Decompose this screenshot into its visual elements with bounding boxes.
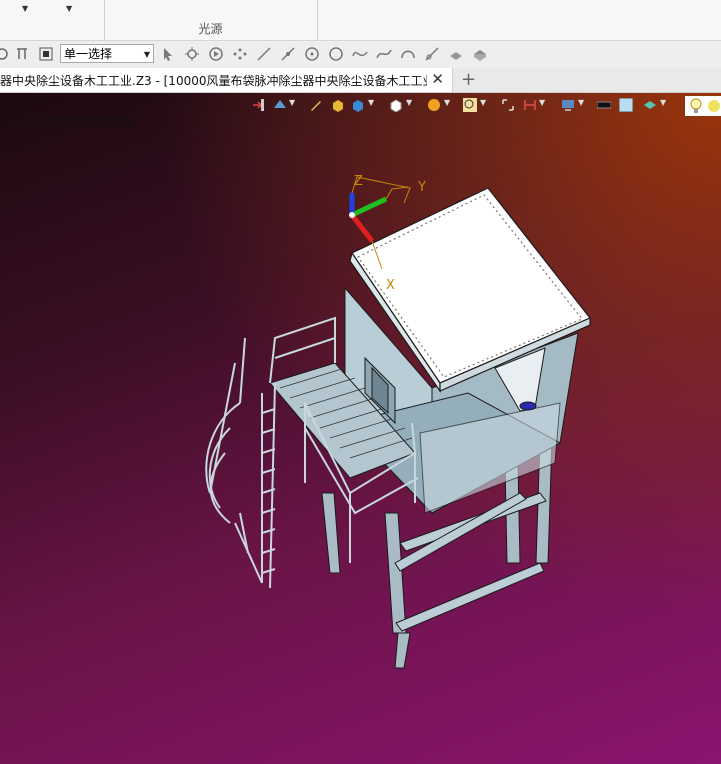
chevron-down-icon[interactable]: ▼ <box>406 98 412 107</box>
filter-icon[interactable] <box>14 46 30 62</box>
line-icon[interactable] <box>256 46 272 62</box>
bulb-icon <box>690 98 702 113</box>
stop-icon[interactable] <box>38 46 54 62</box>
segment-icon[interactable] <box>280 46 296 62</box>
axis-label-z: Z <box>354 174 363 189</box>
zoom-icon[interactable] <box>463 98 477 112</box>
fit-view-icon[interactable] <box>501 98 515 112</box>
points-icon[interactable] <box>232 46 248 62</box>
selection-mode-value: 单一选择 <box>64 47 113 61</box>
pick-icon[interactable] <box>184 46 200 62</box>
ribbon: ▼ ▼ 光源 <box>0 0 721 41</box>
chevron-down-icon[interactable]: ▼ <box>22 4 28 13</box>
surface-icon[interactable] <box>448 46 464 62</box>
dust-collector-model[interactable]: Z Y X <box>0 93 721 764</box>
tangent-line-icon[interactable] <box>424 46 440 62</box>
close-icon[interactable]: ✕ <box>427 70 444 88</box>
background-dark-icon[interactable] <box>597 98 611 112</box>
viewport-3d[interactable]: 请…个有效的过滤器设置。 Z Y X ▼ ▼ ▼ ▼ ▼ ▼ ▼ ▼ <box>0 93 721 764</box>
pointer-icon[interactable] <box>160 46 176 62</box>
shaded-box-icon[interactable] <box>331 98 345 112</box>
solid-icon[interactable] <box>472 46 488 62</box>
quick-toolbar: 单一选择 ▼ <box>0 41 721 69</box>
rotate-icon[interactable] <box>0 46 10 62</box>
chevron-down-icon[interactable]: ▼ <box>539 98 545 107</box>
chevron-down-icon[interactable]: ▼ <box>660 98 666 107</box>
circle-point-icon[interactable] <box>304 46 320 62</box>
chevron-down-icon[interactable]: ▼ <box>444 98 450 107</box>
ribbon-group-label: 光源 <box>198 22 223 36</box>
chevron-down-icon[interactable]: ▼ <box>480 98 486 107</box>
add-tab-button[interactable]: + <box>461 69 476 90</box>
view-orient-icon[interactable] <box>273 98 287 112</box>
document-tab-bar: 器中央除尘设备木工工业.Z3 - [10000风量布袋脉冲除尘器中央除尘设备木工… <box>0 68 721 93</box>
ribbon-group-lighting: 光源 <box>104 0 318 40</box>
layer-icon[interactable] <box>643 98 657 112</box>
caged-ladder <box>205 337 276 589</box>
view-toolbar: ▼ ▼ ▼ ▼ ▼ ▼ ▼ ▼ <box>241 95 721 117</box>
chevron-down-icon: ▼ <box>143 50 150 59</box>
dimension-icon[interactable] <box>523 98 537 112</box>
lighting-toggle[interactable] <box>685 96 721 116</box>
chevron-down-icon[interactable]: ▼ <box>368 98 374 107</box>
play-icon[interactable] <box>208 46 224 62</box>
chevron-down-icon[interactable]: ▼ <box>578 98 584 107</box>
arc-icon[interactable] <box>400 46 416 62</box>
curve-icon[interactable] <box>352 46 368 62</box>
spline-icon[interactable] <box>376 46 392 62</box>
circle-icon[interactable] <box>328 46 344 62</box>
display-settings-icon[interactable] <box>561 98 575 112</box>
exit-sketch-icon[interactable] <box>251 98 265 112</box>
ribbon-group-left: ▼ ▼ <box>0 0 105 40</box>
chevron-down-icon[interactable]: ▼ <box>289 98 295 107</box>
white-cube-icon[interactable] <box>389 98 403 112</box>
pen-icon[interactable] <box>309 98 323 112</box>
render-mode-icon[interactable] <box>427 98 441 112</box>
selection-mode-select[interactable]: 单一选择 ▼ <box>60 44 154 63</box>
background-light-icon[interactable] <box>619 98 633 112</box>
axis-label-y: Y <box>417 180 426 195</box>
document-tab-title: 器中央除尘设备木工工业.Z3 - [10000风量布袋脉冲除尘器中央除尘设备木工… <box>0 74 440 88</box>
box-view-icon[interactable] <box>351 98 365 112</box>
axis-label-x: X <box>386 278 395 293</box>
document-tab[interactable]: 器中央除尘设备木工工业.Z3 - [10000风量布袋脉冲除尘器中央除尘设备木工… <box>0 68 453 92</box>
chevron-down-icon[interactable]: ▼ <box>66 4 72 13</box>
light-color-icon <box>708 100 720 112</box>
